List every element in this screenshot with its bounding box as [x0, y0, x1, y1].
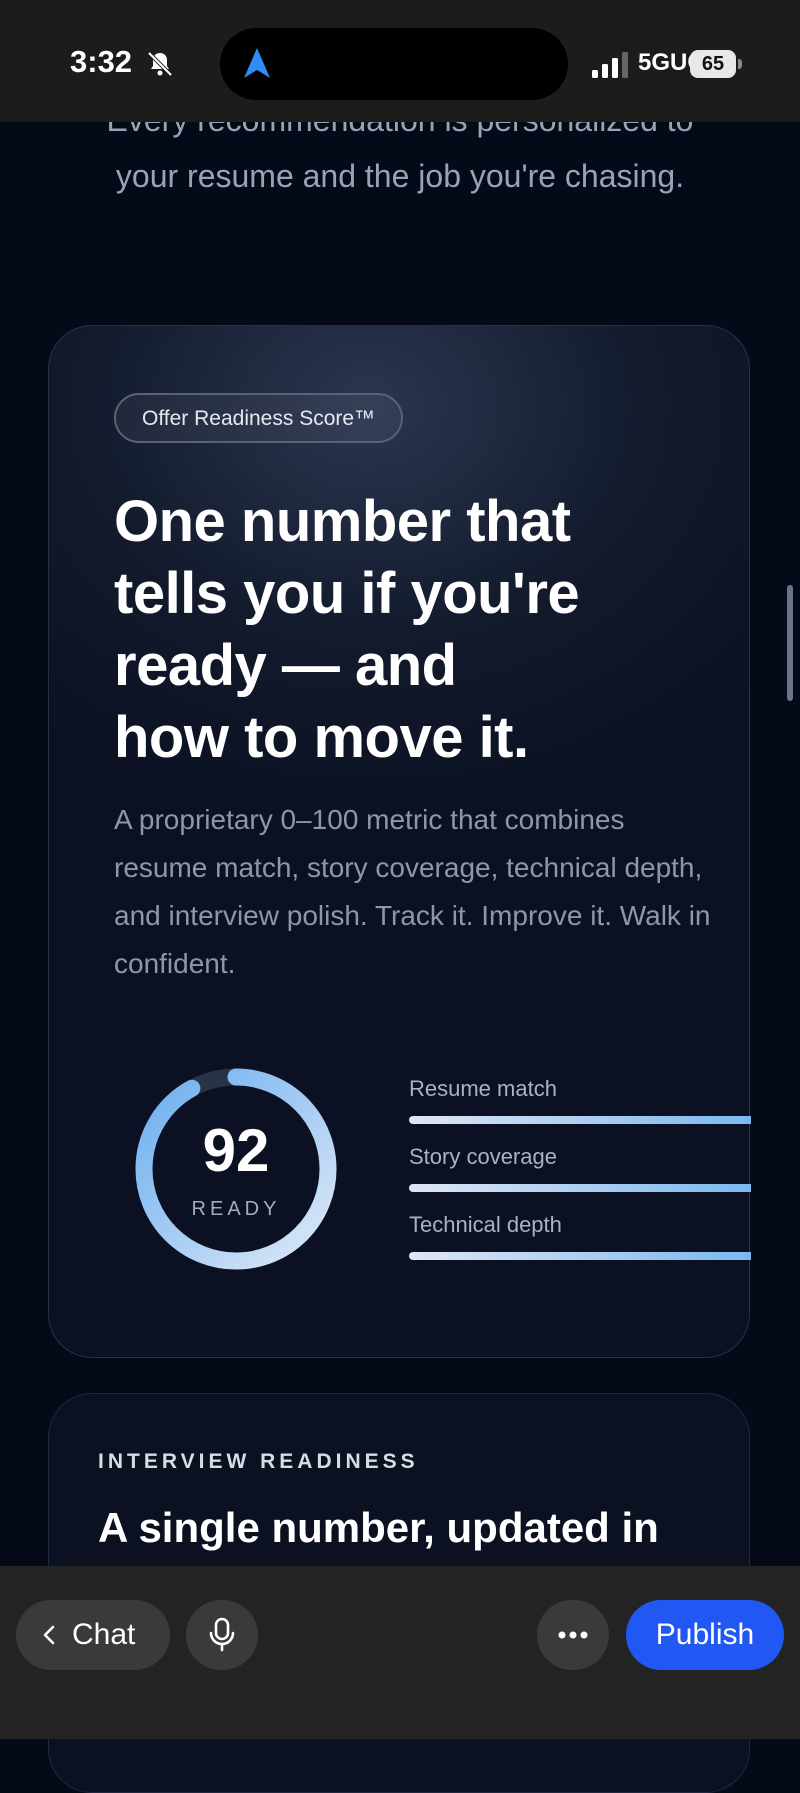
chat-button[interactable]: Chat [16, 1600, 170, 1670]
headline-line: tells you if you're [114, 561, 580, 626]
metric-bar [409, 1116, 751, 1124]
bell-slash-icon [147, 51, 173, 77]
metric-label: Story coverage [409, 1144, 557, 1169]
bottom-toolbar: Chat Publish [0, 1566, 800, 1739]
microphone-icon [209, 1617, 235, 1652]
card-description: A proprietary 0–100 metric that combines… [114, 804, 711, 979]
intro-line-2: your resume and the job you're chasing. [115, 158, 685, 194]
card-title: A single number, updated in [98, 1504, 659, 1551]
ellipsis-icon [558, 1631, 588, 1639]
score-label: READY [191, 1198, 281, 1220]
card-eyebrow: INTERVIEW READINESS [98, 1450, 419, 1473]
publish-button[interactable]: Publish [626, 1600, 784, 1670]
metric-label: Technical depth [409, 1212, 562, 1237]
headline-line: how to move it. [114, 705, 529, 770]
dynamic-island [220, 28, 568, 100]
headline-line: One number that [114, 489, 571, 554]
card-headline: One number that tells you if you're read… [114, 486, 674, 774]
headline-line: ready — and [114, 633, 457, 698]
location-arrow-icon [244, 48, 270, 78]
metric-bar [409, 1252, 751, 1260]
metric-story-coverage: Story coverage [409, 1144, 751, 1192]
scroll-indicator[interactable] [787, 585, 793, 701]
microphone-button[interactable] [186, 1600, 258, 1670]
battery-icon: 65 [690, 50, 736, 78]
status-time: 3:32 [70, 44, 133, 79]
chevron-left-icon [43, 1625, 55, 1645]
score-value: 92 [202, 1117, 270, 1184]
metric-label: Resume match [409, 1076, 557, 1101]
more-options-button[interactable] [537, 1600, 609, 1670]
chat-button-label: Chat [72, 1618, 136, 1651]
status-bar: 3:32 5GUC 65 [0, 0, 800, 122]
signal-icon [592, 52, 628, 78]
metric-resume-match: Resume match [409, 1076, 751, 1124]
offer-readiness-badge: Offer Readiness Score™ [114, 393, 404, 443]
offer-readiness-card: Offer Readiness Score™ One number that t… [48, 325, 751, 1358]
battery-tip [738, 59, 742, 69]
metric-technical-depth: Technical depth [409, 1212, 751, 1260]
metric-bar [409, 1184, 751, 1192]
